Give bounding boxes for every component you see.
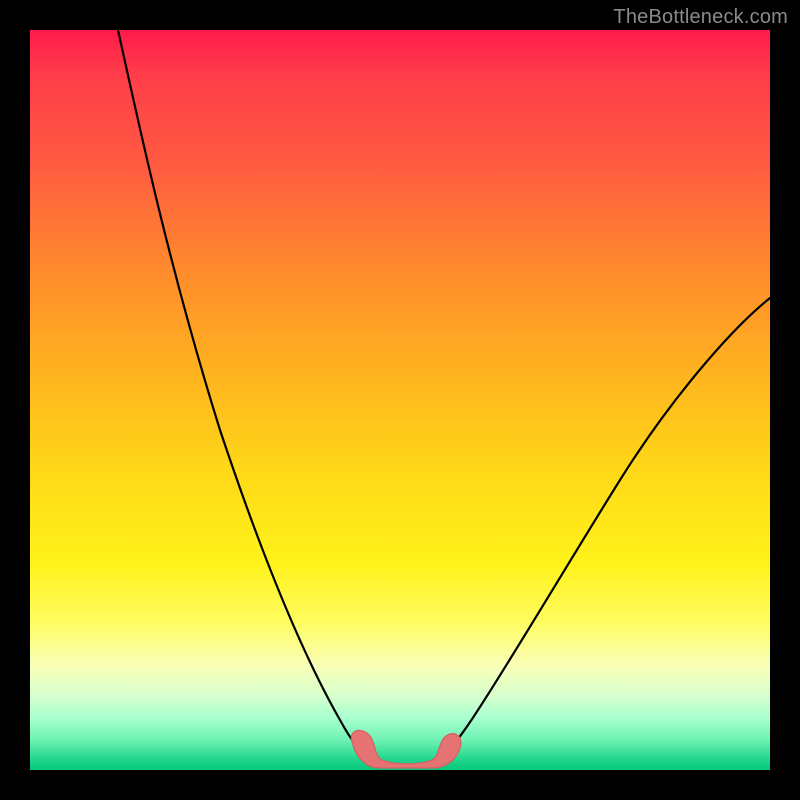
right-curve [440, 298, 770, 760]
chart-frame: TheBottleneck.com [0, 0, 800, 800]
watermark-text: TheBottleneck.com [613, 6, 788, 29]
plot-area [30, 30, 770, 770]
left-curve [118, 30, 370, 760]
chart-svg [30, 30, 770, 770]
bottom-blob [351, 730, 461, 768]
